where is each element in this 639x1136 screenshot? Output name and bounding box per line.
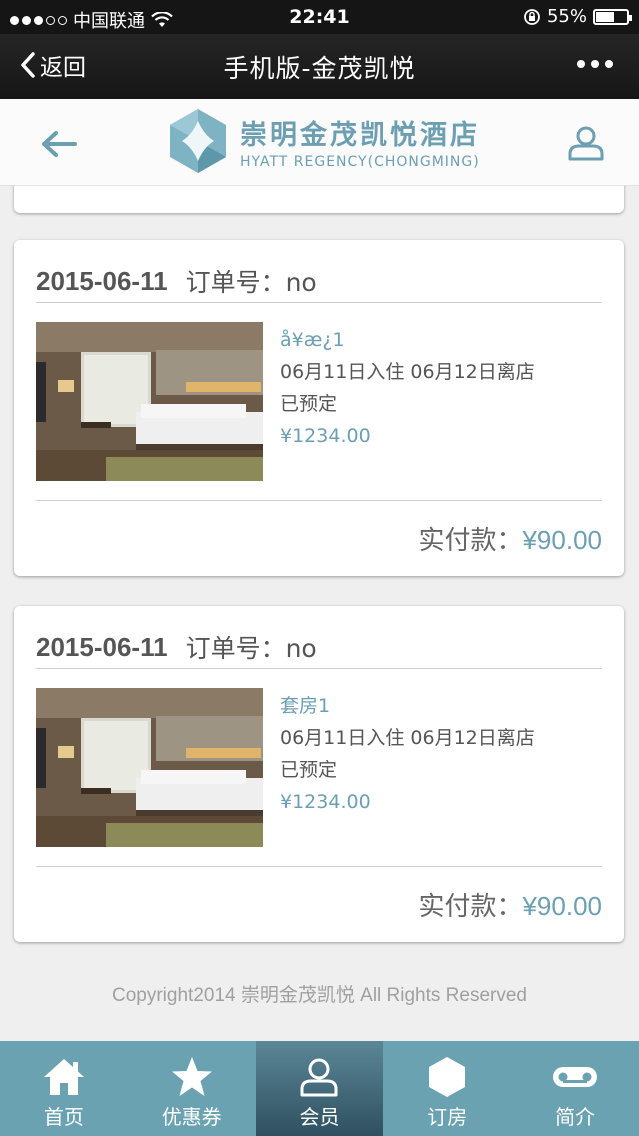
order-date: 2015-06-11 — [36, 265, 168, 296]
hotel-logo: 崇明金茂凯悦酒店 HYATT REGENCY(CHONGMING) — [168, 107, 480, 175]
order-date: 2015-06-11 — [36, 631, 168, 662]
order-info: 套房1 06月11日入住 06月12日离店 已预定 ¥1234.00 — [280, 690, 535, 818]
star-icon — [171, 1057, 212, 1096]
order-info: å¥æ¿1 06月11日入住 06月12日离店 已预定 ¥1234.00 — [280, 324, 535, 452]
nav-bar: 返回 手机版-金茂凯悦 — [0, 34, 639, 99]
room-type: å¥æ¿1 — [280, 329, 345, 351]
paid-amount: ¥90.00 — [522, 891, 602, 921]
tab-home[interactable]: 首页 — [0, 1041, 128, 1136]
order-status: 已预定 — [280, 393, 338, 415]
order-header: 2015-06-11 订单号：no — [36, 260, 602, 303]
paid-amount: ¥90.00 — [522, 525, 602, 555]
order-card-partial — [14, 185, 624, 213]
tab-label: 优惠券 — [161, 1105, 222, 1129]
room-price: ¥1234.00 — [280, 791, 371, 813]
more-dot — [577, 60, 585, 68]
paid-total: 实付款：¥90.00 — [418, 886, 602, 923]
order-number: 订单号：no — [185, 634, 317, 663]
order-card[interactable]: 2015-06-11 订单号：no 套房1 06月11日入住 06月12日离店 … — [14, 606, 624, 942]
tab-label: 订房 — [427, 1105, 468, 1129]
divider — [36, 866, 602, 867]
tab-label: 会员 — [299, 1105, 340, 1129]
user-icon[interactable] — [567, 125, 605, 161]
more-dot — [591, 60, 599, 68]
hexagon-icon — [429, 1057, 466, 1097]
tab-label: 首页 — [43, 1105, 84, 1129]
tab-intro[interactable]: 简介 — [511, 1041, 639, 1136]
stay-dates: 06月11日入住 06月12日离店 — [280, 727, 535, 749]
tab-bar: 首页 优惠券 会员 订房 简介 — [0, 1041, 639, 1136]
tab-coupons[interactable]: 优惠券 — [128, 1041, 256, 1136]
room-photo — [36, 688, 263, 847]
divider — [36, 500, 602, 501]
paid-label: 实付款： — [418, 892, 523, 922]
hotel-header: 崇明金茂凯悦酒店 HYATT REGENCY(CHONGMING) — [0, 99, 639, 186]
arrow-left-icon[interactable] — [40, 129, 78, 159]
order-number: 订单号：no — [185, 268, 317, 297]
room-price: ¥1234.00 — [280, 425, 371, 447]
user-icon — [300, 1058, 338, 1097]
paid-total: 实付款：¥90.00 — [418, 520, 602, 557]
hotel-name-cn: 崇明金茂凯悦酒店 — [240, 119, 480, 151]
room-photo — [36, 322, 263, 481]
status-bar: 中国联通 22:41 55% — [0, 0, 639, 34]
stay-dates: 06月11日入住 06月12日离店 — [280, 361, 535, 383]
tab-member[interactable]: 会员 — [255, 1041, 384, 1136]
order-list[interactable]: 2015-06-11 订单号：no å¥æ¿1 06月11日入住 06月12日离… — [0, 185, 639, 1041]
battery-icon — [593, 8, 632, 25]
tab-label: 简介 — [555, 1105, 596, 1129]
more-dot — [605, 60, 613, 68]
tab-booking[interactable]: 订房 — [383, 1041, 511, 1136]
voicemail-icon — [553, 1067, 598, 1087]
copyright-text: Copyright2014 崇明金茂凯悦 All Rights Reserved — [112, 985, 527, 1006]
order-status: 已预定 — [280, 759, 338, 781]
more-button[interactable] — [577, 60, 613, 68]
room-type: 套房1 — [280, 695, 331, 717]
page-title: 手机版-金茂凯悦 — [223, 54, 416, 83]
order-card[interactable]: 2015-06-11 订单号：no å¥æ¿1 06月11日入住 06月12日离… — [14, 240, 624, 576]
home-icon — [43, 1059, 84, 1095]
battery-percent: 55% — [546, 6, 587, 27]
order-header: 2015-06-11 订单号：no — [36, 626, 602, 669]
hotel-name-en: HYATT REGENCY(CHONGMING) — [240, 153, 480, 170]
rotation-lock-icon — [524, 8, 540, 25]
paid-label: 实付款： — [418, 526, 523, 556]
battery-group: 55% — [523, 6, 632, 27]
hyatt-logo-icon — [170, 109, 226, 173]
